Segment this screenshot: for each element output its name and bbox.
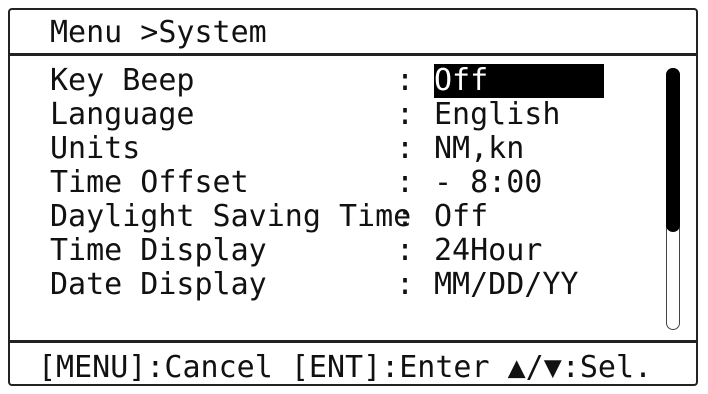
system-menu-list: Key Beep : Off Language : English Units … (50, 64, 610, 302)
separator: : (396, 233, 415, 268)
menu-value-date-display[interactable]: MM/DD/YY (434, 268, 579, 302)
menu-value-daylight-saving-time[interactable]: Off (434, 200, 488, 234)
menu-row-time-offset[interactable]: Time Offset : - 8:00 (50, 166, 610, 200)
separator: : (396, 199, 415, 234)
menu-row-date-display[interactable]: Date Display : MM/DD/YY (50, 268, 610, 302)
menu-value-units[interactable]: NM,kn (434, 132, 524, 166)
menu-label-language: Language (50, 97, 195, 132)
menu-value-time-display[interactable]: 24Hour (434, 234, 542, 268)
menu-value-time-offset[interactable]: - 8:00 (434, 166, 542, 200)
key-help-bar: [MENU]:Cancel [ENT]:Enter ▲/▼:Sel. (10, 340, 696, 385)
separator: : (396, 131, 415, 166)
menu-value-key-beep[interactable]: Off (434, 64, 604, 98)
menu-label-daylight-saving-time: Daylight Saving Time (50, 199, 412, 234)
menu-value-language[interactable]: English (434, 98, 560, 132)
menu-row-time-display[interactable]: Time Display : 24Hour (50, 234, 610, 268)
page-title: Menu >System (50, 15, 267, 50)
separator: : (396, 97, 415, 132)
key-help-text: [MENU]:Cancel [ENT]:Enter ▲/▼:Sel. (38, 350, 653, 385)
menu-label-units: Units (50, 131, 141, 166)
menu-label-date-display: Date Display (50, 267, 267, 302)
menu-row-language[interactable]: Language : English (50, 98, 610, 132)
menu-row-units[interactable]: Units : NM,kn (50, 132, 610, 166)
menu-label-time-offset: Time Offset (50, 165, 249, 200)
separator: : (396, 165, 415, 200)
menu-label-time-display: Time Display (50, 233, 267, 268)
separator: : (396, 63, 415, 98)
separator: : (396, 267, 415, 302)
system-menu-screen: Menu >System Key Beep : Off Language : E… (8, 8, 698, 386)
scrollbar-thumb[interactable] (666, 68, 680, 232)
title-bar: Menu >System (10, 10, 696, 56)
menu-row-key-beep[interactable]: Key Beep : Off (50, 64, 610, 98)
menu-row-daylight-saving-time[interactable]: Daylight Saving Time : Off (50, 200, 610, 234)
menu-label-key-beep: Key Beep (50, 63, 195, 98)
scrollbar[interactable] (666, 68, 680, 330)
